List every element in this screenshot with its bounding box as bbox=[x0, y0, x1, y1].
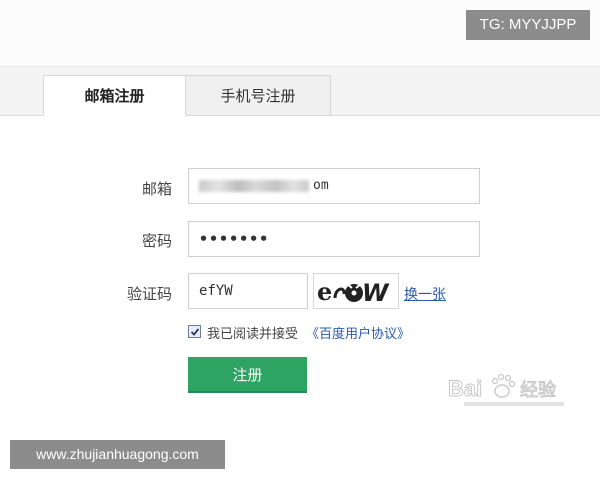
captcha-input[interactable]: efYW bbox=[188, 273, 308, 309]
email-blurred-text bbox=[199, 180, 309, 192]
svg-text:W: W bbox=[362, 279, 390, 307]
captcha-glyphs: e W bbox=[317, 277, 390, 307]
overlay-badge: TG: MYYJJPP bbox=[466, 10, 590, 40]
captcha-image[interactable]: e W bbox=[313, 273, 399, 309]
site-caption: www.zhujianhuagong.com bbox=[10, 440, 225, 469]
captcha-label: 验证码 bbox=[126, 285, 172, 303]
agreement-checkbox[interactable] bbox=[188, 325, 201, 338]
agreement-link[interactable]: 《百度用户协议》 bbox=[306, 323, 410, 342]
email-label: 邮箱 bbox=[141, 180, 172, 198]
register-button[interactable]: 注册 bbox=[188, 357, 307, 393]
agreement-text: 我已阅读并接受 bbox=[207, 327, 299, 342]
captcha-refresh-link[interactable]: 换一张 bbox=[404, 284, 446, 304]
tab-phone-register[interactable]: 手机号注册 bbox=[186, 75, 331, 116]
watermark-text: Bai bbox=[448, 376, 482, 401]
watermark-underline bbox=[464, 402, 564, 406]
email-field[interactable]: om bbox=[188, 168, 480, 204]
email-value-suffix: om bbox=[313, 178, 329, 193]
watermark-suffix: 经验 bbox=[520, 380, 556, 401]
checkmark-icon bbox=[190, 328, 200, 336]
password-field[interactable]: ••••••• bbox=[188, 221, 480, 257]
tab-email-register[interactable]: 邮箱注册 bbox=[43, 75, 186, 116]
password-label: 密码 bbox=[141, 232, 172, 250]
svg-text:e: e bbox=[317, 277, 332, 306]
